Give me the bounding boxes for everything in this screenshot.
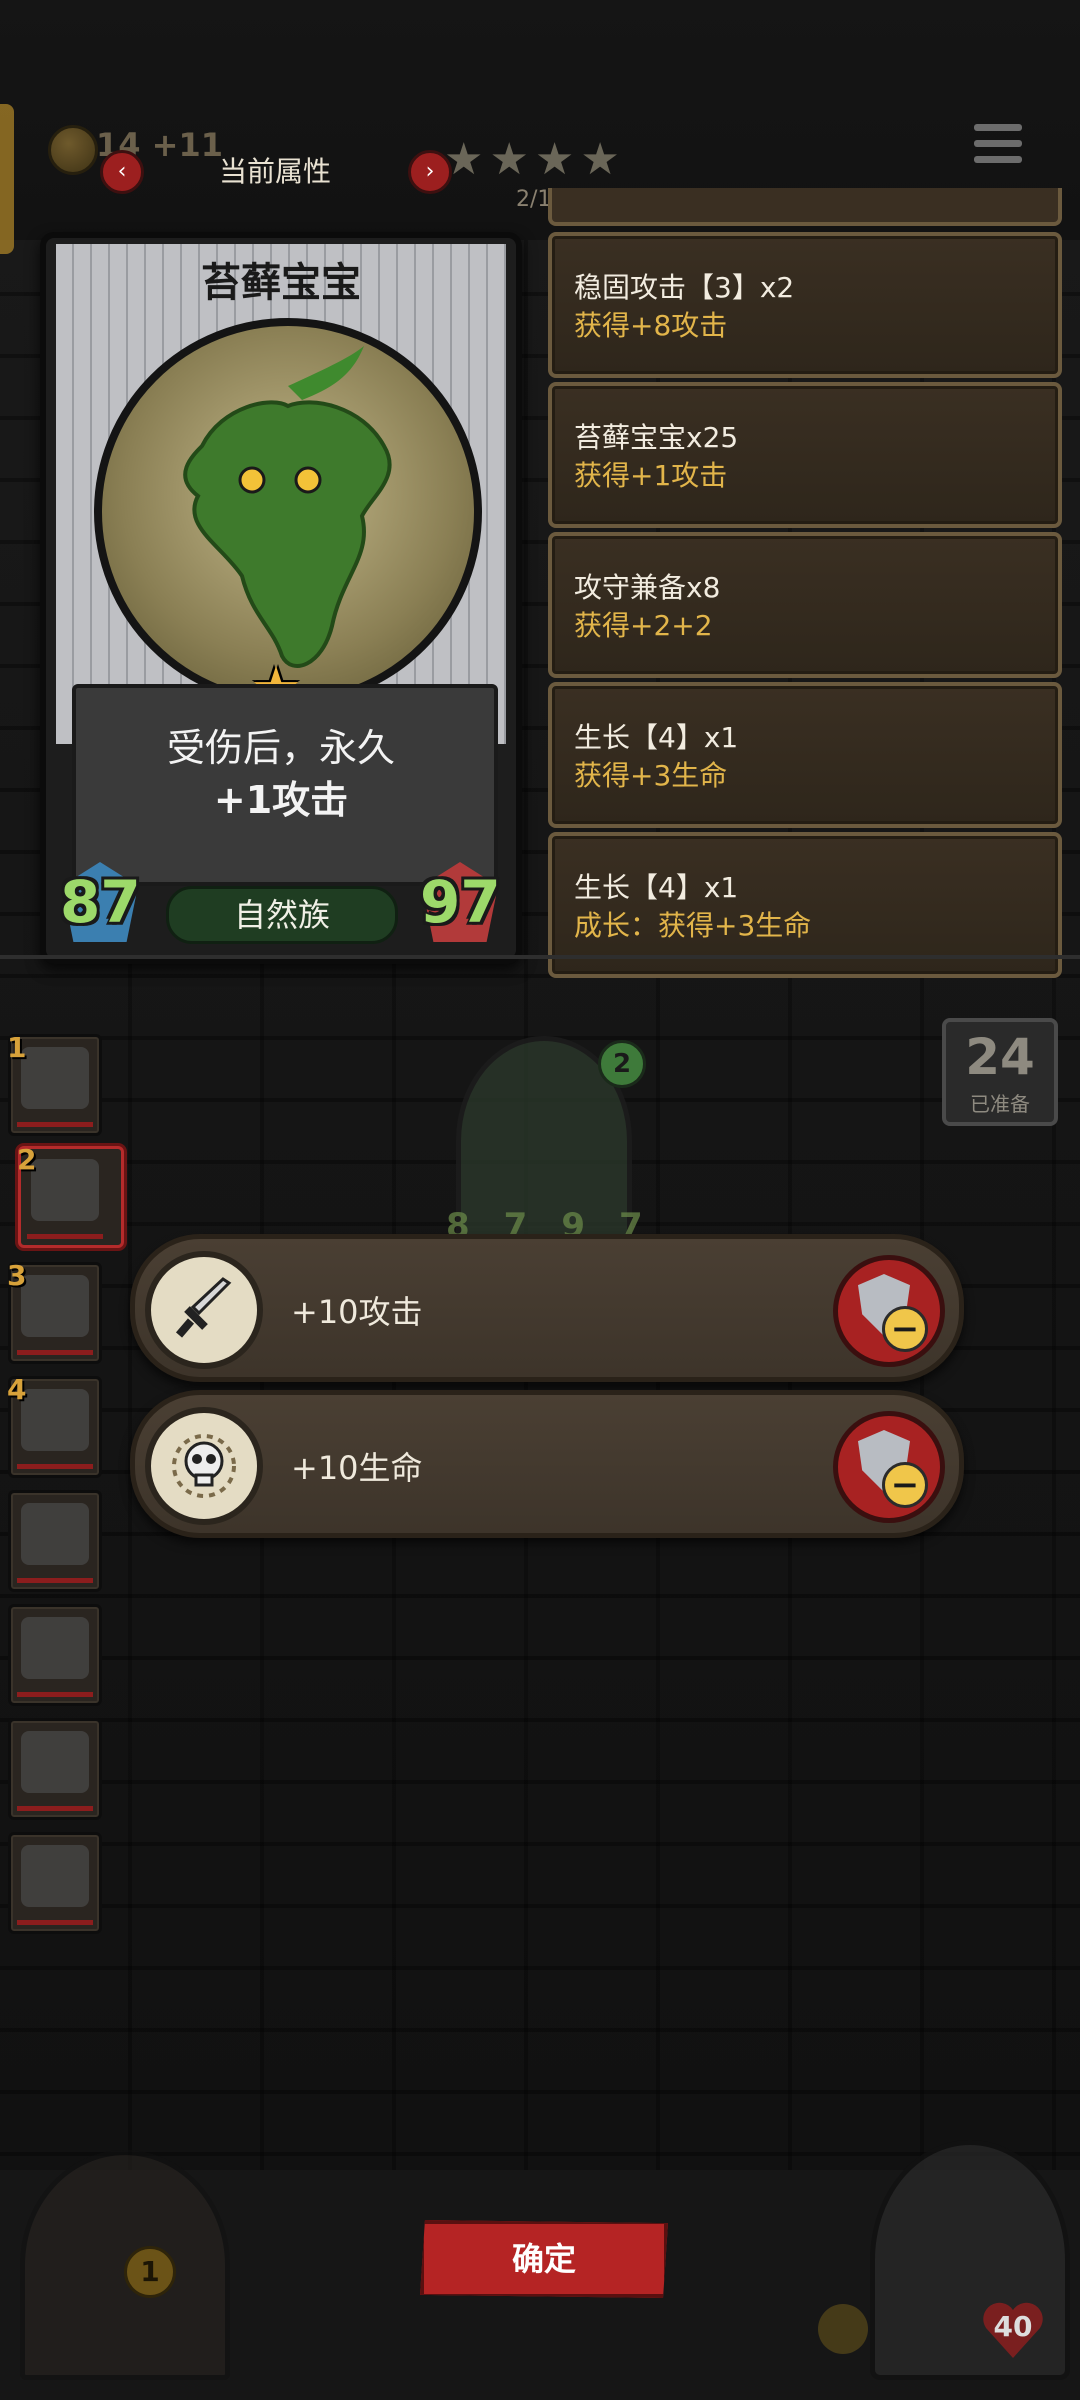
prev-arrow-button[interactable]: ‹: [100, 150, 144, 194]
rating-stars: ★★★★: [444, 134, 626, 185]
attribute-item[interactable]: 稳固攻击【3】x2 获得+8攻击: [548, 232, 1062, 378]
progress-text: 2/1: [516, 187, 552, 212]
side-indicator: [0, 104, 14, 254]
health-value: 97: [420, 868, 501, 936]
ability-text: 受伤后，永久 +1攻击: [166, 726, 395, 822]
attribute-item[interactable]: 生长【4】x1 获得+3生命: [548, 682, 1062, 828]
coin-icon: [48, 125, 98, 175]
minus-icon: −: [882, 1462, 928, 1508]
card-name: 苔藓宝宝: [201, 260, 361, 306]
team-slot[interactable]: [8, 1718, 102, 1820]
menu-icon[interactable]: [974, 124, 1022, 174]
confirm-button[interactable]: 确定: [420, 2220, 668, 2298]
panel-title: 当前属性: [218, 155, 331, 188]
team-slot[interactable]: 3: [7, 1259, 102, 1364]
boss-portrait[interactable]: [870, 2140, 1070, 2380]
team-slot[interactable]: [8, 1832, 102, 1934]
team-slot[interactable]: 1: [7, 1031, 102, 1136]
attribute-item[interactable]: 苔藓宝宝x25 获得+1攻击: [548, 382, 1062, 528]
team-slot[interactable]: 4: [7, 1373, 102, 1478]
boss-hp-value: 40: [993, 2310, 1033, 2343]
skull-icon: [145, 1407, 263, 1525]
attack-value: 87: [60, 868, 141, 936]
moss-baby-portrait: [94, 318, 482, 706]
minus-icon: −: [882, 1306, 928, 1352]
remove-buff-button[interactable]: −: [833, 1411, 945, 1523]
attribute-item[interactable]: 攻守兼备x8 获得+2+2: [548, 532, 1062, 678]
unit-card: 苔藓宝宝 ★ 受伤后，永久 +1攻击 87 自然族 97: [40, 232, 522, 964]
remove-buff-button[interactable]: −: [833, 1255, 945, 1367]
sword-icon: [145, 1251, 263, 1369]
flame-icon: [818, 2304, 868, 2354]
team-slot[interactable]: [8, 1604, 102, 1706]
team-slot[interactable]: [8, 1490, 102, 1592]
attribute-list-edge: [548, 188, 1062, 226]
buff-row-health: +10生命 −: [130, 1390, 964, 1538]
team-slot-selected[interactable]: 2: [17, 1143, 124, 1248]
buff-label: +10生命: [291, 1449, 423, 1487]
buff-label: +10攻击: [291, 1293, 423, 1331]
gate-coin-count: 1: [124, 2246, 176, 2298]
buff-row-attack: +10攻击 −: [130, 1234, 964, 1382]
divider: [0, 955, 1080, 959]
unit-level-badge: 2: [598, 1040, 646, 1088]
tribe-label: 自然族: [166, 886, 398, 944]
ready-counter: 24 已准备: [942, 1018, 1058, 1126]
